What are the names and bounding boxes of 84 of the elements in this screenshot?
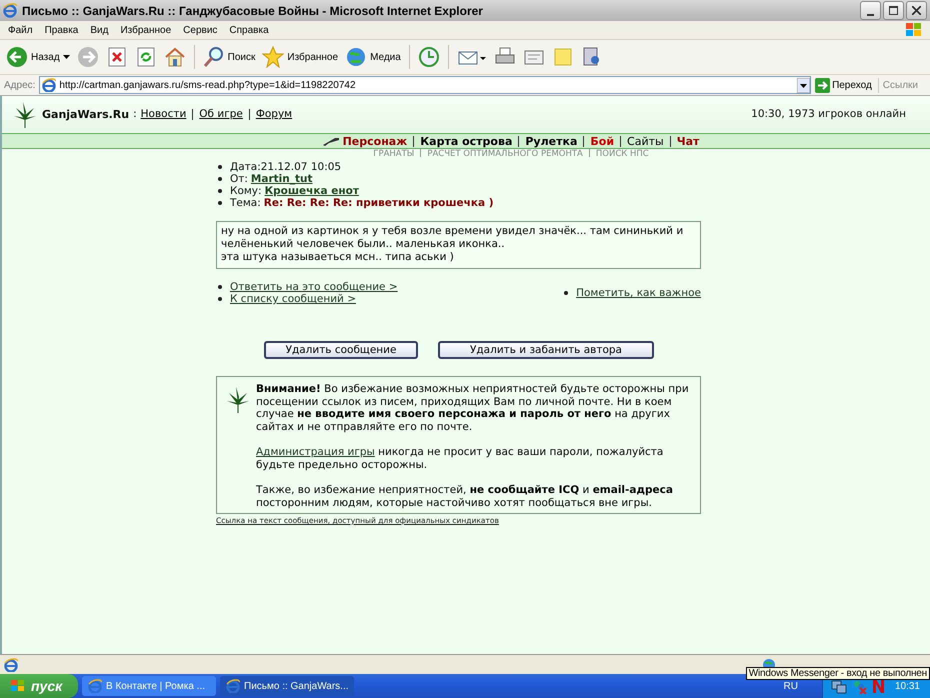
taskbar-button[interactable]: Письмо :: GanjaWars... xyxy=(220,676,354,696)
taskbar-button[interactable]: В Контакте | Ромка ... xyxy=(82,676,216,696)
field-label: От: xyxy=(230,173,248,185)
house-icon xyxy=(164,46,186,68)
site-logo[interactable]: GanjaWars.Ru xyxy=(42,108,130,120)
windows-logo-icon xyxy=(904,21,924,39)
action-link[interactable]: Пометить, как важное xyxy=(576,287,701,299)
bullet xyxy=(218,285,222,289)
windows-logo-icon xyxy=(10,679,26,693)
refresh-icon xyxy=(134,46,157,68)
page-icon xyxy=(42,78,56,92)
subnav-link[interactable]: ГРАНАТЫ xyxy=(373,149,414,160)
field-label: Тема: xyxy=(230,197,261,209)
close-button[interactable] xyxy=(906,1,927,20)
tooltip: Windows Messenger - вход не выполнен xyxy=(746,667,930,680)
separator: : xyxy=(133,108,137,120)
warning-text: Внимание! Во избежание возможных неприятностей будьте осторожны при посещении ссылок из писем, приходящих Вам по личной почте. Ни в коем случае не вводите имя своего персонажа и пароль от него на других сайтах и не отправляйте его по почте. xyxy=(256,383,690,433)
bullet xyxy=(564,291,568,295)
admin-link[interactable]: Администрация игры xyxy=(256,446,375,458)
online-status: 10:30, 1973 игроков онлайн xyxy=(751,108,906,120)
action-link[interactable]: К списку сообщений > xyxy=(230,293,356,305)
field-label: Кому: xyxy=(230,185,262,197)
menu-item[interactable]: Вид xyxy=(84,24,114,36)
action-button[interactable]: Удалить сообщение xyxy=(264,341,418,359)
user-link[interactable]: Крошечка енот xyxy=(264,185,359,197)
nav-item[interactable]: Чат xyxy=(676,134,700,148)
bullet xyxy=(218,189,222,193)
action-button[interactable]: Удалить и забанить автора xyxy=(438,341,654,359)
search-button[interactable]: Поиск xyxy=(200,44,258,70)
arrow-icon xyxy=(815,78,830,92)
field-label: Дата: xyxy=(230,161,261,173)
menu-item[interactable]: Избранное xyxy=(114,24,178,36)
browser-icon xyxy=(88,679,102,693)
user-link[interactable]: Martin_tut xyxy=(250,173,312,185)
bullet xyxy=(218,201,222,205)
address-field[interactable]: http://cartman.ganjawars.ru/sms-read.php?type=1&id=1198220742 xyxy=(39,76,812,94)
menu-item[interactable]: Справка xyxy=(223,24,275,36)
restore-button[interactable] xyxy=(883,1,904,20)
address-label: Адрес: xyxy=(4,80,36,90)
nav-item[interactable]: Бой xyxy=(590,134,614,148)
menu-item[interactable]: Сервис xyxy=(177,24,224,36)
field-value: 21.12.07 10:05 xyxy=(260,161,342,173)
letter-n-icon[interactable] xyxy=(870,678,885,694)
nav-link[interactable]: Об игре xyxy=(199,108,243,120)
back-button[interactable]: Назад xyxy=(4,44,72,70)
network-icon[interactable] xyxy=(830,678,847,694)
nav-link[interactable]: Новости xyxy=(140,108,186,120)
nav-item[interactable]: Рулетка xyxy=(525,134,578,148)
leaf-icon xyxy=(14,100,36,128)
menu-item[interactable]: Правка xyxy=(38,24,84,36)
warning-text: Также, во избежание неприятностей, не сообщайте ICQ и email-адреса посторонним людям, которые настойчиво хотят пообщаться вне игры. xyxy=(256,484,674,509)
field-value: Re: Re: Re: Re: приветики крошечка ) xyxy=(264,197,494,209)
bullet xyxy=(218,165,222,169)
page-icon xyxy=(4,658,18,672)
nav-link[interactable]: Форум xyxy=(256,108,292,120)
gun-icon xyxy=(322,136,339,146)
nav-item[interactable]: Сайты xyxy=(627,134,664,148)
message-text: эта штука называеться мсн.. типа аськи ) xyxy=(221,251,455,264)
media-button[interactable]: Медиа xyxy=(343,44,403,70)
stop-icon xyxy=(106,46,128,68)
star-icon xyxy=(262,46,284,68)
clock: 10:31 xyxy=(894,680,920,692)
message-text: ну на одной из картинок я у тебя возле времени увидел значёк... там сининький и челёненький человечек были.. маленькая иконка.. xyxy=(221,225,684,251)
favorites-button[interactable]: Избранное xyxy=(260,44,340,70)
minimize-button[interactable] xyxy=(860,1,881,20)
magnifier-icon xyxy=(202,46,225,68)
bullet xyxy=(218,177,222,181)
globe-icon xyxy=(345,46,368,68)
subnav-link[interactable]: ПОИСК НПС xyxy=(596,149,649,160)
nav-item[interactable]: Персонаж xyxy=(342,134,408,148)
action-link[interactable]: Ответить на это сообщение > xyxy=(230,281,398,293)
browser-icon xyxy=(3,3,18,18)
browser-icon xyxy=(226,679,240,693)
language-indicator[interactable]: RU xyxy=(784,680,798,692)
caret-icon xyxy=(62,55,70,59)
warning-text: Администрация игры никогда не просит у вас ваши пароли, пожалуйста будьте предельно осторожны. xyxy=(256,446,664,471)
menu-item[interactable]: Файл xyxy=(2,24,39,36)
bullet xyxy=(218,297,222,301)
leaf-icon xyxy=(227,385,249,413)
note-icon xyxy=(552,46,574,68)
dropdown-icon[interactable] xyxy=(797,78,810,92)
window-title: Письмо :: GanjaWars.Ru :: Ганджубасовые Войны - Microsoft Internet Explorer xyxy=(22,4,484,18)
go-button[interactable]: Переход xyxy=(815,78,879,92)
nav-item[interactable]: Карта острова xyxy=(420,134,512,148)
